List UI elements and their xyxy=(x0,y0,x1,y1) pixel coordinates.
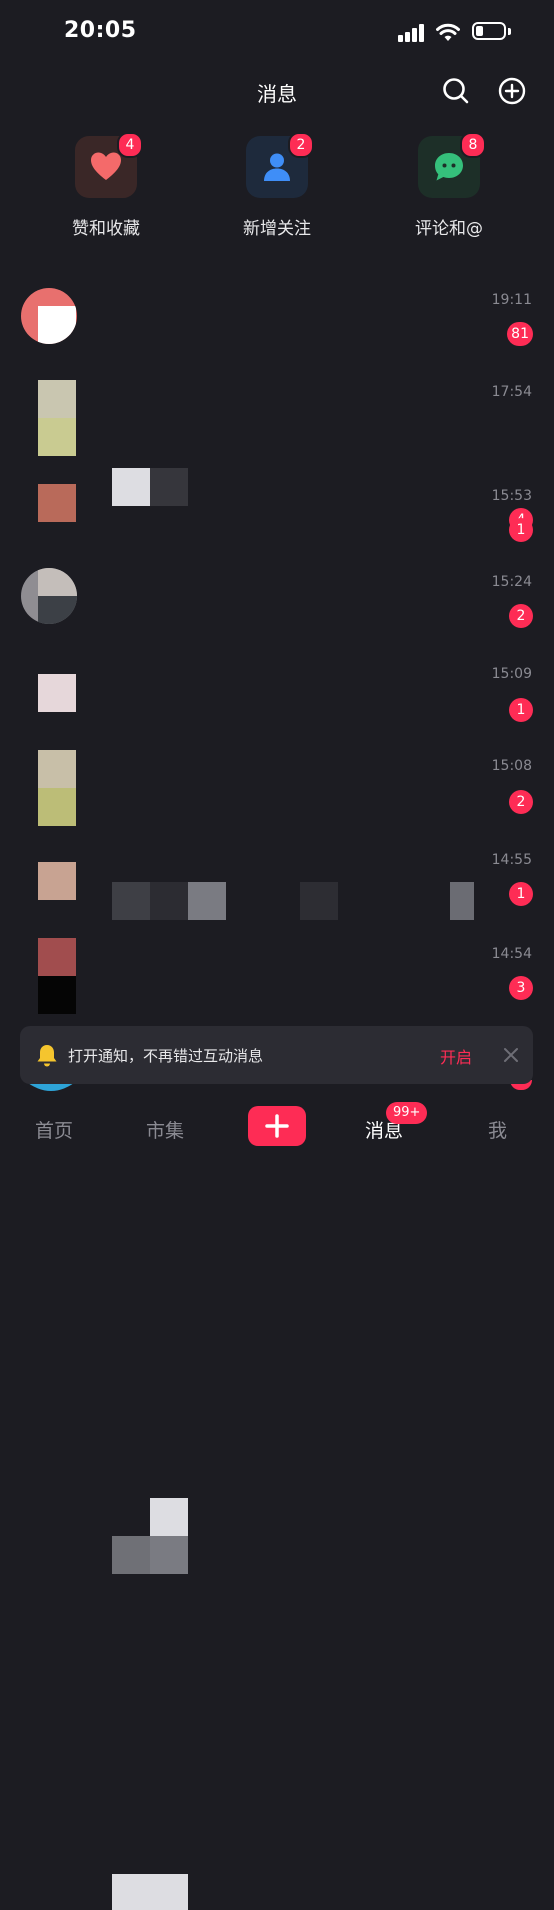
avatar[interactable] xyxy=(21,568,77,624)
close-icon[interactable] xyxy=(498,1042,524,1068)
message-row[interactable]: 19:11 81 xyxy=(0,282,554,374)
shortcut-likes-and-favorites[interactable]: 4 赞和收藏 xyxy=(36,132,176,239)
likes-label: 赞和收藏 xyxy=(72,219,140,239)
shortcut-comments-and-mentions[interactable]: 8 评论和@ xyxy=(379,132,519,239)
message-row[interactable]: 14:55 1 xyxy=(0,842,554,934)
message-time: 17:54 xyxy=(491,384,532,400)
unread-badge: 1 xyxy=(509,882,533,906)
cellular-signal-icon xyxy=(398,24,426,42)
add-circle-icon[interactable] xyxy=(495,74,529,108)
unread-badge: 1 xyxy=(509,518,533,542)
wifi-icon xyxy=(436,23,460,41)
status-bar: 20:05 xyxy=(0,0,554,66)
message-time: 15:08 xyxy=(491,758,532,774)
bell-icon xyxy=(37,1045,57,1067)
avatar[interactable] xyxy=(38,750,76,826)
interaction-shortcuts: 4 赞和收藏 2 新增关注 8 评论和@ xyxy=(0,132,554,246)
search-icon[interactable] xyxy=(439,74,473,108)
blurred-name-2 xyxy=(112,1536,150,1574)
followers-badge: 2 xyxy=(288,132,314,158)
tab-market[interactable]: 市集 xyxy=(146,1116,184,1143)
notification-text: 打开通知，不再错过互动消息 xyxy=(68,1047,264,1065)
comments-label: 评论和@ xyxy=(415,219,483,239)
status-time: 20:05 xyxy=(64,18,137,43)
message-row[interactable]: 15:53 1 xyxy=(0,478,554,570)
avatar[interactable] xyxy=(38,862,76,900)
message-time: 15:53 xyxy=(491,488,532,504)
avatar[interactable] xyxy=(38,380,76,456)
tab-me[interactable]: 我 xyxy=(488,1116,507,1143)
message-time: 14:55 xyxy=(491,852,532,868)
enable-notifications-button[interactable]: 开启 xyxy=(440,1044,472,1068)
blurred-name-3 xyxy=(150,1536,188,1574)
likes-tile: 4 xyxy=(75,132,143,198)
unread-badge: 1 xyxy=(509,698,533,722)
message-row[interactable]: 15:24 2 xyxy=(0,564,554,920)
create-post-button[interactable] xyxy=(248,1106,306,1146)
top-header: 消息 xyxy=(0,66,554,116)
message-row[interactable]: 15:09 1 xyxy=(0,658,554,750)
avatar[interactable] xyxy=(38,938,76,1014)
heart-icon xyxy=(91,152,121,180)
tab-home[interactable]: 首页 xyxy=(35,1116,73,1143)
message-time: 15:24 xyxy=(491,574,532,590)
message-row[interactable]: 15:08 2 xyxy=(0,748,554,1574)
message-row[interactable]: 17:54 4 xyxy=(0,374,554,532)
followers-tile: 2 xyxy=(246,132,314,198)
person-icon xyxy=(264,153,290,181)
blurred-name xyxy=(150,1498,188,1536)
followers-label: 新增关注 xyxy=(243,219,311,239)
message-time: 19:11 xyxy=(491,292,532,308)
chat-bubble-icon xyxy=(435,153,463,181)
plus-icon xyxy=(265,1114,289,1138)
shortcut-new-followers[interactable]: 2 新增关注 xyxy=(207,132,347,239)
notification-banner: 打开通知，不再错过互动消息 开启 xyxy=(20,1026,533,1084)
avatar[interactable] xyxy=(38,484,76,522)
battery-icon xyxy=(472,22,506,40)
comments-tile: 8 xyxy=(418,132,486,198)
messages-tab-badge: 99+ xyxy=(386,1102,428,1124)
avatar[interactable] xyxy=(21,288,77,344)
avatar[interactable] xyxy=(38,674,76,712)
unread-badge: 2 xyxy=(509,790,533,814)
likes-badge: 4 xyxy=(117,132,143,158)
message-time: 14:54 xyxy=(491,946,532,962)
battery-tip xyxy=(508,28,511,35)
unread-badge: 2 xyxy=(509,604,533,628)
unread-badge: 81 xyxy=(507,322,533,346)
bottom-tab-bar: 首页 市集 消息 99+ 我 xyxy=(0,1096,554,1200)
message-row[interactable]: 14:54 3 xyxy=(0,936,554,1910)
comments-badge: 8 xyxy=(460,132,486,158)
unread-badge: 3 xyxy=(509,976,533,1000)
blurred-name xyxy=(112,1874,188,1910)
message-time: 15:09 xyxy=(491,666,532,682)
